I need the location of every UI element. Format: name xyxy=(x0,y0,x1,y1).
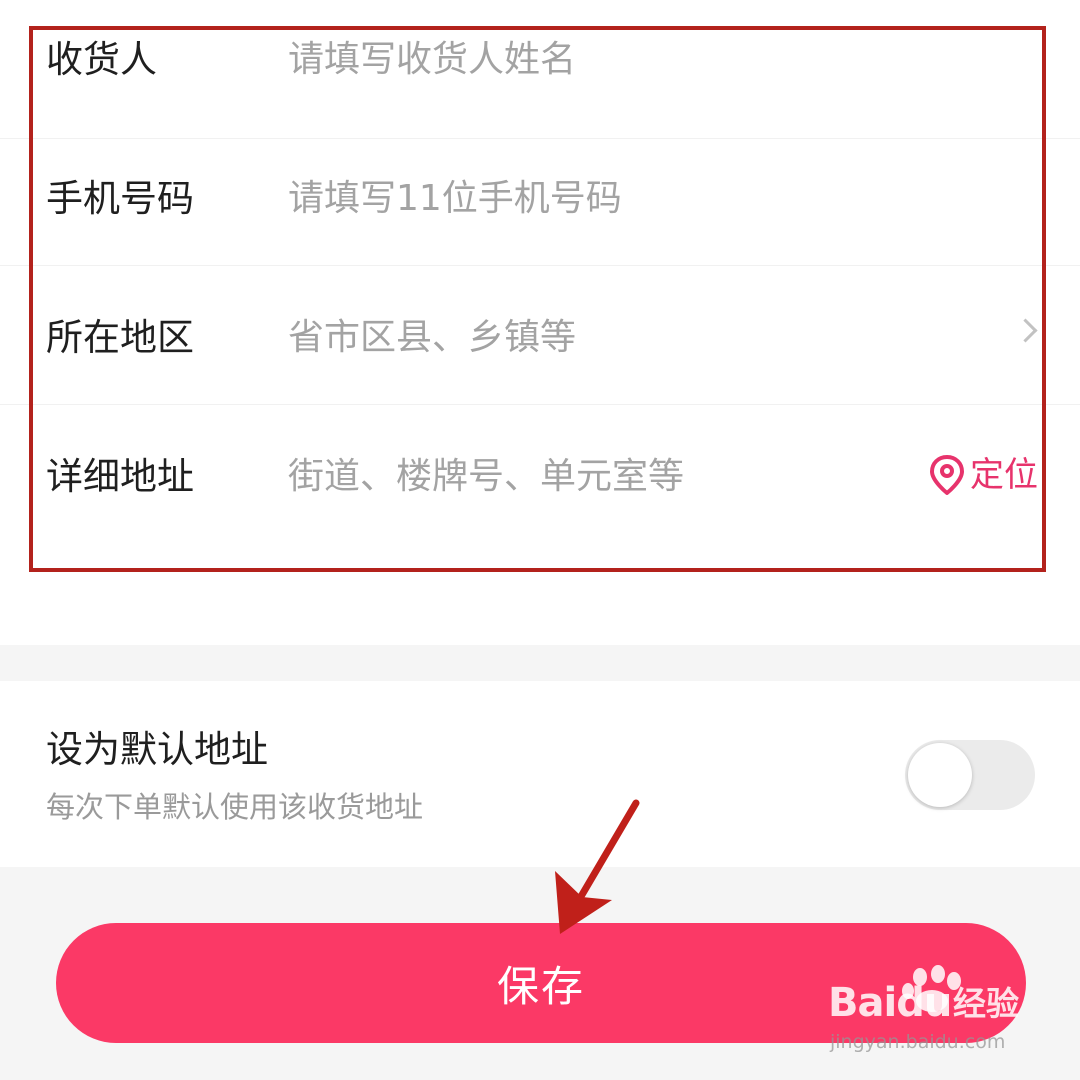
locate-button[interactable]: 定位 xyxy=(928,455,1038,495)
save-button[interactable]: 保存 xyxy=(56,923,1026,1043)
locate-label: 定位 xyxy=(970,455,1038,495)
detail-address-label: 详细地址 xyxy=(46,455,194,498)
default-address-section: 设为默认地址 每次下单默认使用该收货地址 xyxy=(0,681,1080,867)
recipient-input[interactable]: 请填写收货人姓名 xyxy=(288,42,576,78)
default-address-subtitle: 每次下单默认使用该收货地址 xyxy=(46,790,424,824)
default-address-title: 设为默认地址 xyxy=(46,728,268,771)
region-label: 所在地区 xyxy=(46,316,194,359)
default-address-toggle[interactable] xyxy=(905,740,1035,810)
form-row-phone[interactable]: 手机号码 请填写11位手机号码 xyxy=(0,127,1080,266)
toggle-knob xyxy=(908,743,972,807)
detail-address-input[interactable]: 街道、楼牌号、单元室等 xyxy=(288,459,684,495)
form-row-region[interactable]: 所在地区 省市区县、乡镇等 xyxy=(0,266,1080,405)
form-row-recipient[interactable]: 收货人 请填写收货人姓名 xyxy=(0,0,1080,139)
chevron-right-icon[interactable] xyxy=(1013,318,1038,343)
phone-label: 手机号码 xyxy=(46,177,194,220)
region-selector[interactable]: 省市区县、乡镇等 xyxy=(288,320,576,356)
section-divider xyxy=(0,645,1080,681)
recipient-label: 收货人 xyxy=(46,38,157,81)
phone-input[interactable]: 请填写11位手机号码 xyxy=(288,181,622,217)
save-button-label: 保存 xyxy=(496,961,585,1011)
address-form: 收货人 请填写收货人姓名 手机号码 请填写11位手机号码 所在地区 省市区县、乡… xyxy=(0,0,1080,645)
form-row-detail-address[interactable]: 详细地址 街道、楼牌号、单元室等 定位 xyxy=(0,405,1080,544)
location-pin-icon xyxy=(930,455,964,495)
